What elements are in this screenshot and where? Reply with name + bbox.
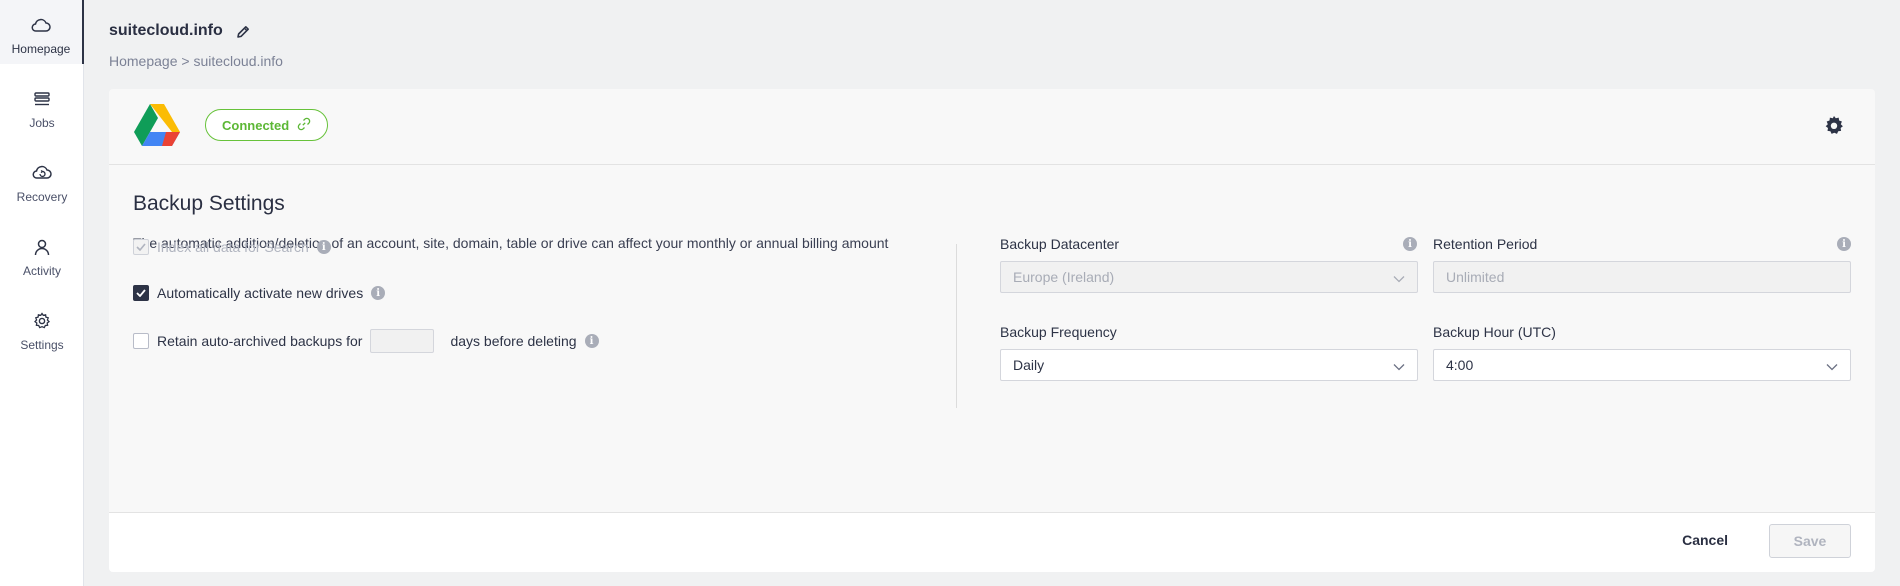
connection-bar: Connected: [109, 89, 1875, 165]
backup-hour-select[interactable]: 4:00: [1433, 349, 1851, 381]
info-icon[interactable]: i: [584, 334, 599, 348]
breadcrumb[interactable]: Homepage > suitecloud.info: [109, 53, 283, 69]
gear-icon: [31, 310, 53, 332]
info-icon[interactable]: i: [1837, 237, 1851, 251]
sidebar-item-activity[interactable]: Activity: [0, 222, 84, 294]
list-icon: [31, 88, 53, 110]
page-title: suitecloud.info: [109, 22, 223, 39]
frequency-select[interactable]: Daily: [1000, 349, 1418, 381]
column-divider: [956, 244, 957, 408]
info-icon[interactable]: i: [316, 240, 331, 254]
sidebar-item-settings[interactable]: Settings: [0, 296, 84, 368]
sidebar-item-label: Settings: [20, 338, 64, 352]
retain-archived-checkbox[interactable]: [133, 333, 149, 349]
sidebar-item-homepage[interactable]: Homepage: [0, 0, 84, 64]
pencil-icon[interactable]: [235, 24, 251, 40]
info-icon[interactable]: i: [1403, 237, 1417, 251]
sidebar-item-label: Recovery: [16, 190, 68, 204]
backup-hour-label: Backup Hour (UTC): [1433, 324, 1556, 340]
retain-archived-suffix: days before deleting: [450, 333, 577, 349]
index-search-label: Index all data for Search: [157, 239, 309, 255]
sidebar-item-recovery[interactable]: Recovery: [0, 148, 84, 220]
sidebar-item-label: Jobs: [29, 116, 55, 130]
retention-label: Retention Period: [1433, 236, 1538, 252]
cloud-recovery-icon: [31, 162, 53, 184]
sidebar: Homepage Jobs Recovery Activity Settings: [0, 0, 84, 586]
backup-hour-value: 4:00: [1446, 357, 1474, 373]
connected-status-label: Connected: [222, 117, 290, 133]
sidebar-item-label: Activity: [22, 264, 61, 278]
retention-value: Unlimited: [1446, 269, 1505, 285]
sidebar-item-jobs[interactable]: Jobs: [0, 74, 84, 146]
connected-status-badge[interactable]: Connected: [205, 109, 329, 141]
save-button[interactable]: Save: [1769, 524, 1851, 558]
connection-settings-gear-icon[interactable]: [1823, 115, 1845, 137]
frequency-label: Backup Frequency: [1000, 324, 1117, 340]
card-footer: Cancel Save: [109, 512, 1875, 572]
cancel-button[interactable]: Cancel: [1682, 532, 1728, 548]
info-icon[interactable]: i: [371, 286, 386, 300]
auto-activate-checkbox[interactable]: [133, 285, 149, 301]
cloud-icon: [30, 14, 52, 36]
chevron-down-icon: [1826, 360, 1838, 372]
google-drive-logo-icon: [133, 103, 181, 147]
index-search-checkbox: [133, 239, 149, 255]
user-icon: [31, 236, 53, 258]
datacenter-value: Europe (Ireland): [1013, 269, 1115, 285]
section-title: Backup Settings: [133, 192, 285, 215]
index-search-option: Index all data for Search i: [133, 239, 331, 255]
auto-activate-option: Automatically activate new drives i: [133, 285, 386, 301]
frequency-value: Daily: [1013, 357, 1045, 373]
retain-archived-option: Retain auto-archived backups for days be…: [133, 329, 599, 353]
datacenter-select: Europe (Ireland): [1000, 261, 1418, 293]
link-icon: [297, 117, 311, 134]
backup-settings-card: Connected Backup Settings The automatic …: [109, 89, 1875, 572]
retention-field: Unlimited: [1433, 261, 1851, 293]
retain-archived-label: Retain auto-archived backups for: [157, 333, 363, 349]
datacenter-label: Backup Datacenter: [1000, 236, 1120, 252]
chevron-down-icon: [1393, 272, 1405, 284]
sidebar-item-label: Homepage: [11, 42, 71, 56]
chevron-down-icon: [1393, 360, 1405, 372]
auto-activate-label: Automatically activate new drives: [157, 285, 364, 301]
retain-days-input[interactable]: [370, 329, 435, 353]
